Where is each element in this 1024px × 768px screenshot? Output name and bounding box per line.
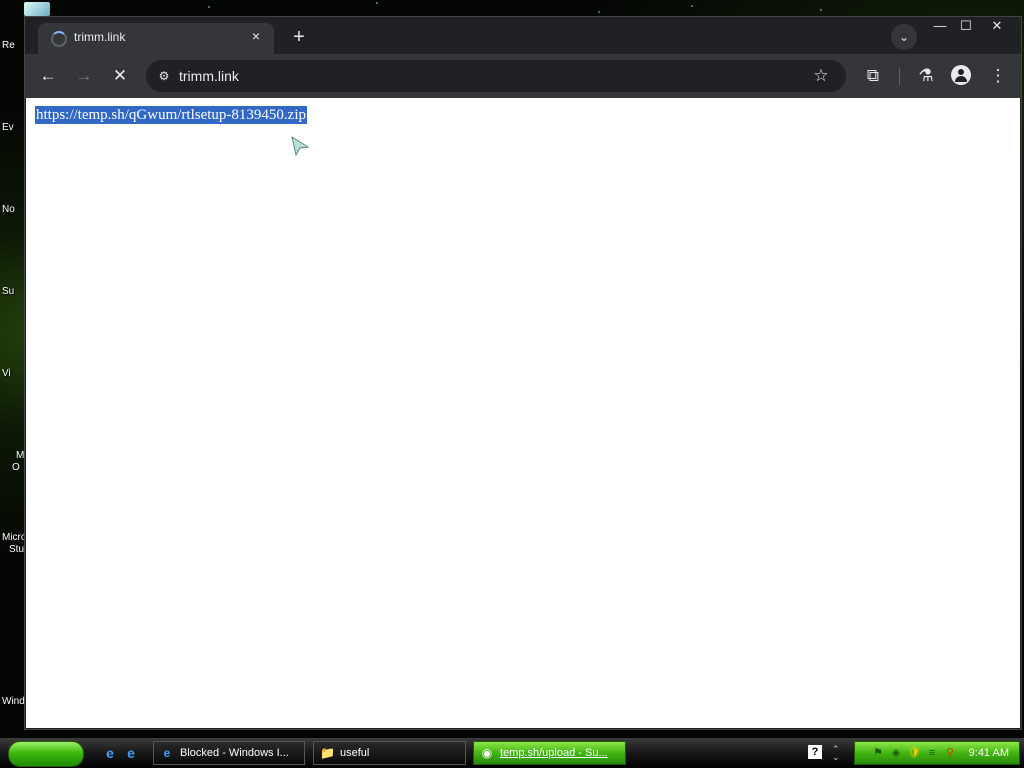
stop-loading-button[interactable]: ✕ [108, 64, 132, 88]
desktop-icon-label[interactable]: Re [2, 40, 26, 51]
taskbar-item-label: useful [340, 747, 370, 759]
internet-explorer-icon[interactable]: e [102, 745, 118, 761]
menu-kebab-icon[interactable]: ⋮ [986, 64, 1010, 88]
search-icon[interactable]: ⚲ [943, 746, 957, 760]
profile-avatar-icon[interactable] [951, 65, 971, 85]
tray-expand-icon[interactable]: ⌃ ⌄ [832, 745, 840, 762]
taskbar-item-temp-sh-upload[interactable]: ◉ temp.sh/upload - Su... [473, 741, 626, 765]
taskbar-item-label: temp.sh/upload - Su... [500, 747, 608, 759]
browser-window: trimm.link × + ⌄ — ☐ ✕ ← → ✕ ⚙ trimm.lin… [24, 16, 1022, 730]
close-window-button[interactable]: ✕ [983, 17, 1011, 37]
tab-title: trimm.link [74, 30, 126, 44]
forward-button[interactable]: → [72, 64, 96, 88]
maximize-button[interactable]: ☐ [952, 17, 980, 37]
desktop-icon-label[interactable]: Micro [2, 532, 26, 543]
site-info-icon[interactable]: ⚙ [152, 64, 176, 88]
back-button[interactable]: ← [36, 64, 60, 88]
folder-icon: 📁 [320, 746, 335, 760]
star [208, 6, 210, 8]
tab-search-button[interactable]: ⌄ [891, 24, 917, 50]
loading-spinner-icon [51, 31, 67, 47]
taskbar-item-blocked-windows[interactable]: e Blocked - Windows I... [153, 741, 305, 765]
desktop-icon-label[interactable]: No [2, 204, 26, 215]
tab-strip: trimm.link × + ⌄ — ☐ ✕ [25, 17, 1021, 54]
desktop-icon-label[interactable]: Ev [2, 122, 26, 133]
security-shield-icon[interactable]: 🛡 [907, 746, 921, 760]
desktop-icon-recycle-bin[interactable] [24, 2, 50, 16]
internet-explorer-icon: e [163, 746, 171, 760]
star [820, 9, 822, 11]
toolbar-divider [899, 68, 900, 85]
edge-browser-icon[interactable]: e [123, 745, 139, 761]
help-icon[interactable]: ? [808, 745, 822, 759]
bookmark-star-icon[interactable]: ☆ [810, 65, 832, 87]
sync-icon[interactable]: ◈ [889, 746, 903, 760]
mouse-cursor-icon [291, 135, 310, 157]
new-tab-button[interactable]: + [287, 26, 311, 50]
page-content: https://temp.sh/qGwum/rtlsetup-8139450.z… [26, 98, 1020, 728]
system-tray: ⚑ ◈ 🛡 ≡ ⚲ 9:41 AM [854, 741, 1020, 765]
clock[interactable]: 9:41 AM [969, 747, 1009, 759]
minimize-button[interactable]: — [926, 17, 954, 37]
desktop-icon-label[interactable]: Wind [2, 696, 26, 707]
extensions-icon[interactable]: ⧉ [861, 64, 885, 88]
star [691, 5, 693, 7]
close-tab-icon[interactable]: × [248, 28, 264, 44]
browser-icon: ◉ [481, 746, 493, 760]
star [376, 2, 378, 4]
address-bar[interactable]: ⚙ trimm.link ☆ [146, 60, 846, 92]
tab-trimm-link[interactable]: trimm.link × [38, 23, 274, 54]
volume-icon[interactable]: ≡ [925, 746, 939, 760]
labs-flask-icon[interactable]: ⚗ [914, 64, 938, 88]
taskbar: e e e Blocked - Windows I... 📁 useful ◉ … [0, 738, 1024, 768]
browser-toolbar: ← → ✕ ⚙ trimm.link ☆ ⧉ ⚗ ⋮ [25, 54, 1021, 98]
network-icon[interactable]: ⚑ [871, 746, 885, 760]
url-text[interactable]: trimm.link [179, 68, 239, 84]
start-button[interactable] [8, 741, 84, 767]
desktop-icon-label[interactable]: Vi [2, 368, 26, 379]
taskbar-item-useful-folder[interactable]: 📁 useful [313, 741, 466, 765]
desktop-icon-label[interactable]: Su [2, 286, 26, 297]
selected-url-text[interactable]: https://temp.sh/qGwum/rtlsetup-8139450.z… [35, 106, 307, 124]
star [598, 11, 600, 13]
taskbar-item-label: Blocked - Windows I... [180, 747, 289, 759]
